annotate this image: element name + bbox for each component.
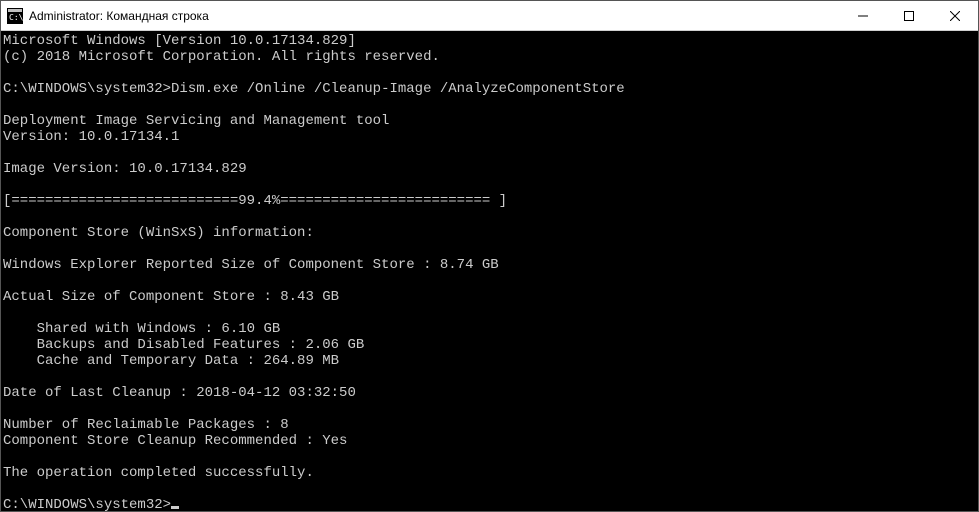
minimize-button[interactable]	[840, 1, 886, 30]
titlebar: C:\ Administrator: Командная строка	[1, 1, 978, 31]
maximize-button[interactable]	[886, 1, 932, 30]
operation-complete: The operation completed successfully.	[3, 465, 314, 481]
svg-text:C:\: C:\	[9, 13, 23, 22]
window-controls	[840, 1, 978, 30]
reclaimable-packages: Number of Reclaimable Packages : 8	[3, 417, 289, 433]
prompt-path: C:\WINDOWS\system32>	[3, 81, 171, 97]
shared-with-windows: Shared with Windows : 6.10 GB	[3, 321, 280, 337]
close-button[interactable]	[932, 1, 978, 30]
dism-tool-header: Deployment Image Servicing and Managemen…	[3, 113, 389, 129]
backups-disabled: Backups and Disabled Features : 2.06 GB	[3, 337, 364, 353]
cursor	[171, 506, 179, 509]
progress-bar: [===========================99.4%=======…	[3, 193, 507, 209]
component-store-header: Component Store (WinSxS) information:	[3, 225, 314, 241]
cleanup-recommended: Component Store Cleanup Recommended : Ye…	[3, 433, 347, 449]
actual-size: Actual Size of Component Store : 8.43 GB	[3, 289, 339, 305]
copyright-line: (c) 2018 Microsoft Corporation. All righ…	[3, 49, 440, 65]
cmd-icon: C:\	[7, 8, 23, 24]
terminal-output[interactable]: Microsoft Windows [Version 10.0.17134.82…	[1, 31, 978, 511]
os-version-line: Microsoft Windows [Version 10.0.17134.82…	[3, 33, 356, 49]
window-title: Administrator: Командная строка	[29, 1, 840, 31]
entered-command: Dism.exe /Online /Cleanup-Image /Analyze…	[171, 81, 625, 97]
reported-size: Windows Explorer Reported Size of Compon…	[3, 257, 499, 273]
cache-temp: Cache and Temporary Data : 264.89 MB	[3, 353, 339, 369]
image-version: Image Version: 10.0.17134.829	[3, 161, 247, 177]
last-cleanup-date: Date of Last Cleanup : 2018-04-12 03:32:…	[3, 385, 356, 401]
prompt-path: C:\WINDOWS\system32>	[3, 497, 171, 511]
dism-version: Version: 10.0.17134.1	[3, 129, 179, 145]
